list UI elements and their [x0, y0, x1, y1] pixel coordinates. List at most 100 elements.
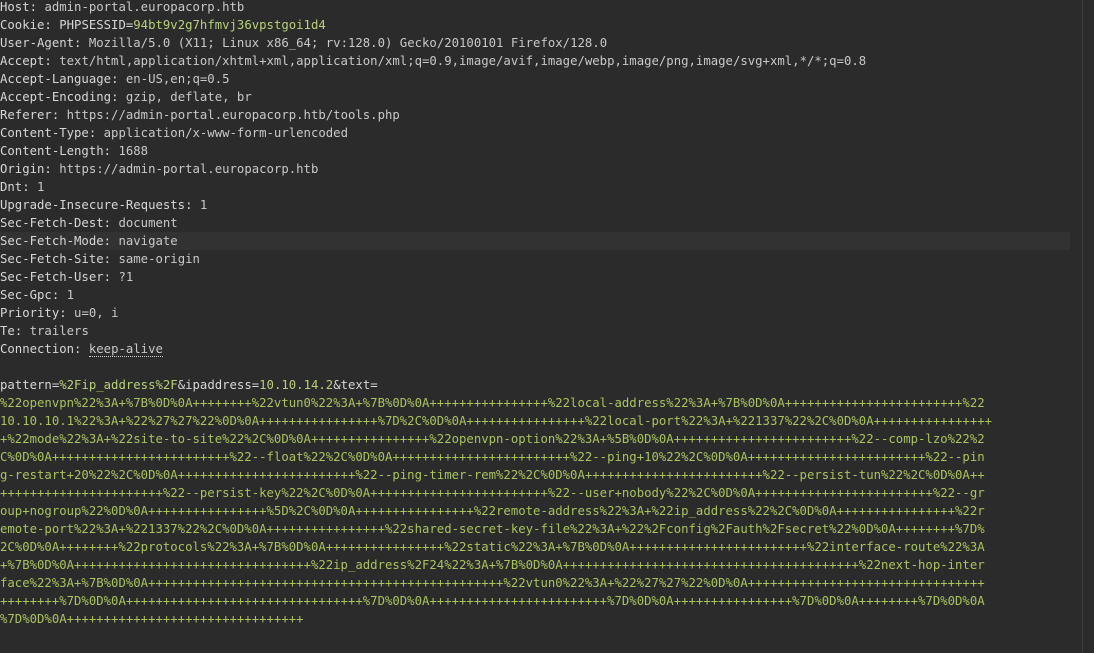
header-name: Referer — [0, 108, 52, 122]
header-value: Mozilla/5.0 (X11; Linux x86_64; rv:128.0… — [88, 36, 608, 50]
header-value: text/html,application/xhtml+xml,applicat… — [59, 54, 867, 68]
body-text-line: ++++++++++++++++++++++%22--persist-key%2… — [0, 486, 985, 500]
body-text-line: 10.10.10.1%22%3A+%22%27%27%22%0D%0A+++++… — [0, 414, 993, 428]
header-separator: : — [103, 234, 119, 248]
header-name: Accept — [0, 54, 45, 68]
header-separator: : — [185, 198, 200, 212]
body-text-line: +%7B%0D%0A++++++++++++++++++++++++++++++… — [0, 558, 985, 572]
header-name: Accept-Language — [0, 72, 112, 86]
body-text-line: %22openvpn%22%3A+%7B%0D%0A++++++++%22vtu… — [0, 396, 985, 410]
cookie-name: PHPSESSID — [59, 18, 126, 32]
header-value: 1 — [66, 288, 75, 302]
body-text-line: face%22%3A+%7B%0D%0A++++++++++++++++++++… — [0, 576, 985, 590]
body-text-line: C%0D%0A++++++++++++++++++++++++%22--floa… — [0, 450, 985, 464]
header-separator: : — [51, 288, 67, 302]
header-separator: : — [59, 306, 75, 320]
header-line: Cookie: PHPSESSID=94bt9v2g7hfmvj36vpstgo… — [0, 16, 1070, 34]
header-separator: : — [51, 108, 67, 122]
header-line: Sec-Gpc: 1 — [0, 286, 1070, 304]
header-line: Accept-Language: en-US,en;q=0.5 — [0, 70, 1070, 88]
header-value: https://admin-portal.europacorp.htb — [59, 162, 319, 176]
header-value: https://admin-portal.europacorp.htb/tool… — [66, 108, 400, 122]
header-separator: : — [88, 126, 104, 140]
header-name: Origin — [0, 162, 45, 176]
header-value: admin-portal.europacorp.htb — [44, 0, 245, 14]
header-value: gzip, deflate, br — [125, 90, 252, 104]
param-value: 10.10.14.2 — [259, 378, 334, 392]
header-line: Connection: keep-alive — [0, 340, 1070, 358]
vertical-scrollbar[interactable] — [1082, 0, 1094, 653]
header-line: Sec-Fetch-Dest: document — [0, 214, 1070, 232]
header-separator: : — [103, 144, 119, 158]
header-separator: : — [103, 252, 119, 266]
header-name: Cookie — [0, 18, 45, 32]
header-line: Origin: https://admin-portal.europacorp.… — [0, 160, 1070, 178]
body-text-line: %7D%0D%0A+++++++++++++++++++++++++++++++… — [0, 612, 304, 626]
header-line: Te: trailers — [0, 322, 1070, 340]
param-name: pattern — [0, 378, 52, 392]
header-name: User-Agent — [0, 36, 75, 50]
header-separator: : — [74, 36, 89, 50]
header-line: Content-Length: 1688 — [0, 142, 1070, 160]
header-separator: : — [111, 90, 126, 104]
header-line: User-Agent: Mozilla/5.0 (X11; Linux x86_… — [0, 34, 1070, 52]
body-text-line: +%22mode%22%3A+%22site-to-site%22%2C%0D%… — [0, 432, 985, 446]
header-value: navigate — [118, 234, 178, 248]
header-name: Connection — [0, 342, 75, 356]
header-line: Sec-Fetch-Mode: navigate — [0, 232, 1070, 250]
header-name: Host — [0, 0, 30, 14]
header-line: Dnt: 1 — [0, 178, 1070, 196]
header-separator: : — [14, 324, 30, 338]
header-value: 1 — [199, 198, 208, 212]
header-line: Priority: u=0, i — [0, 304, 1070, 322]
header-value: 1 — [37, 180, 45, 194]
header-separator: : — [29, 0, 45, 14]
header-separator: : — [103, 270, 119, 284]
header-line: Content-Type: application/x-www-form-url… — [0, 124, 1070, 142]
header-name: Sec-Fetch-Site — [0, 252, 104, 266]
header-line: Sec-Fetch-User: ?1 — [0, 268, 1070, 286]
header-value: en-US,en;q=0.5 — [125, 72, 230, 86]
header-separator: : — [44, 162, 60, 176]
header-name: Priority — [0, 306, 60, 320]
header-name: Sec-Fetch-Mode — [0, 234, 104, 248]
header-line: Host: admin-portal.europacorp.htb — [0, 0, 1070, 16]
header-name: Sec-Fetch-User — [0, 270, 104, 284]
body-text-line: emote-port%22%3A+%221337%22%2C%0D%0A++++… — [0, 522, 985, 536]
header-line: Accept-Encoding: gzip, deflate, br — [0, 88, 1070, 106]
header-name: Sec-Gpc — [0, 288, 52, 302]
body-text-line: oup+nogroup%22%0D%0A++++++++++++++++%5D%… — [0, 504, 985, 518]
header-value: keep-alive — [88, 342, 163, 357]
header-separator: : — [22, 180, 38, 194]
header-separator: : — [44, 18, 60, 32]
cookie-value: 94bt9v2g7hfmvj36vpstgoi1d4 — [133, 18, 326, 32]
header-value: application/x-www-form-urlencoded — [103, 126, 348, 140]
header-name: Te — [0, 324, 15, 338]
header-separator: : — [74, 342, 89, 356]
header-value: document — [118, 216, 178, 230]
body-params-line: pattern=%2Fip_address%2F&ipaddress=10.10… — [0, 376, 1070, 394]
request-editor[interactable]: Host: admin-portal.europacorp.htb Cookie:… — [0, 0, 1082, 653]
header-line: Accept: text/html,application/xhtml+xml,… — [0, 52, 1070, 70]
header-line: Upgrade-Insecure-Requests: 1 — [0, 196, 1070, 214]
param-name: &text — [333, 378, 371, 392]
header-separator: : — [103, 216, 119, 230]
header-name: Upgrade-Insecure-Requests — [0, 198, 186, 212]
body-text-line: 2C%0D%0A++++++++%22protocols%22%3A+%7B%0… — [0, 540, 985, 554]
body-text-line: ++++++++%7D%0D%0A+++++++++++++++++++++++… — [0, 594, 985, 608]
header-separator: : — [111, 72, 126, 86]
header-value: u=0, i — [74, 306, 119, 320]
param-name: &ipaddress — [177, 378, 252, 392]
header-value: same-origin — [118, 252, 200, 266]
body-text-line: g-restart+20%22%2C%0D%0A++++++++++++++++… — [0, 468, 985, 482]
header-value: trailers — [29, 324, 89, 338]
header-name: Sec-Fetch-Dest — [0, 216, 104, 230]
param-equals: = — [370, 378, 378, 392]
param-value: %2Fip_address%2F — [59, 378, 178, 392]
header-name: Content-Length — [0, 144, 104, 158]
header-name: Accept-Encoding — [0, 90, 112, 104]
header-name: Content-Type — [0, 126, 89, 140]
header-line: Sec-Fetch-Site: same-origin — [0, 250, 1070, 268]
header-name: Dnt — [0, 180, 23, 194]
header-value: ?1 — [118, 270, 134, 284]
